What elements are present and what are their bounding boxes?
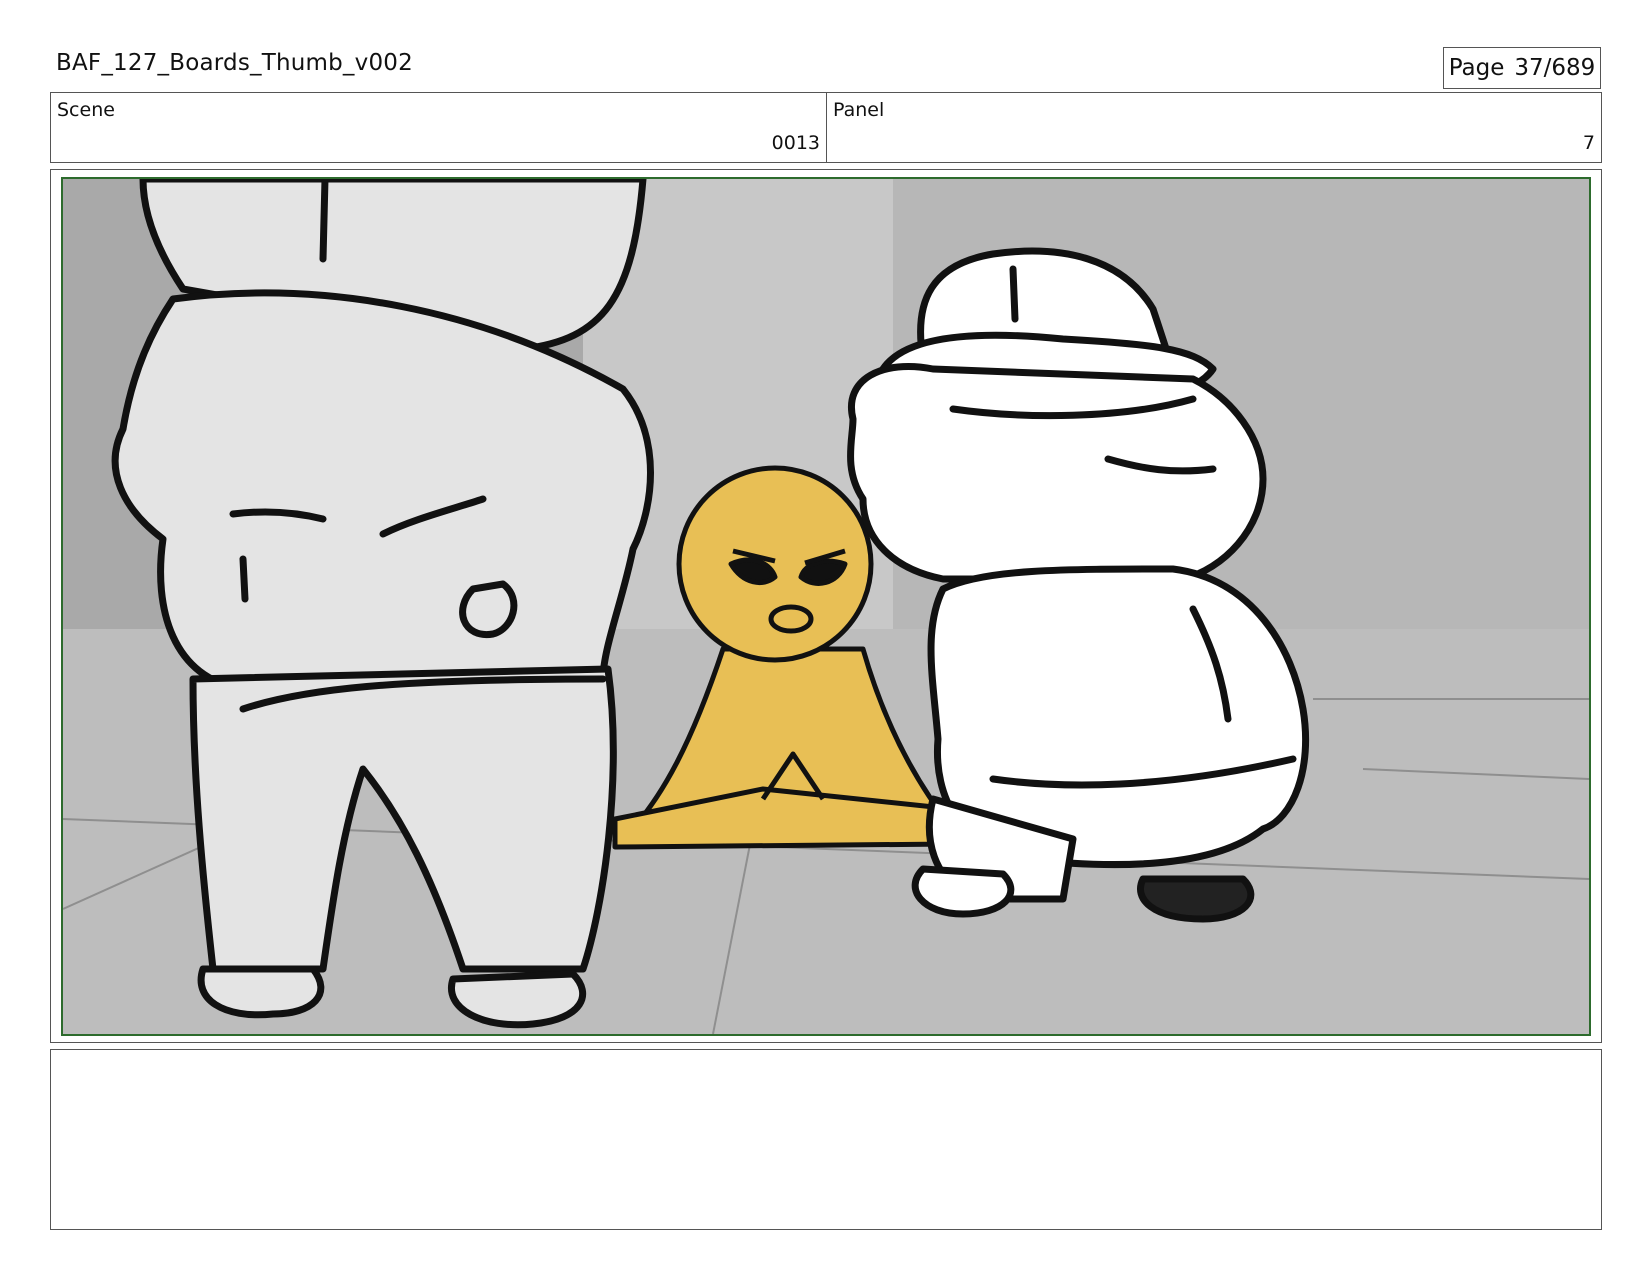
page-indicator: Page 37/689 <box>1443 47 1601 89</box>
panel-cell: Panel 7 <box>827 93 1601 162</box>
scene-cell: Scene 0013 <box>51 93 827 162</box>
notes-box <box>50 1049 1602 1230</box>
storyboard-drawing <box>63 179 1589 1034</box>
scene-label: Scene <box>57 99 115 121</box>
page-label: Page <box>1448 55 1505 81</box>
page-number: 37/689 <box>1514 55 1596 81</box>
scene-panel-header: Scene 0013 Panel 7 <box>50 92 1602 163</box>
document-title: BAF_127_Boards_Thumb_v002 <box>56 50 413 76</box>
panel-label: Panel <box>833 99 885 121</box>
panel-number: 7 <box>1582 132 1595 154</box>
storyboard-frame <box>61 177 1591 1036</box>
scene-number: 0013 <box>771 132 820 154</box>
